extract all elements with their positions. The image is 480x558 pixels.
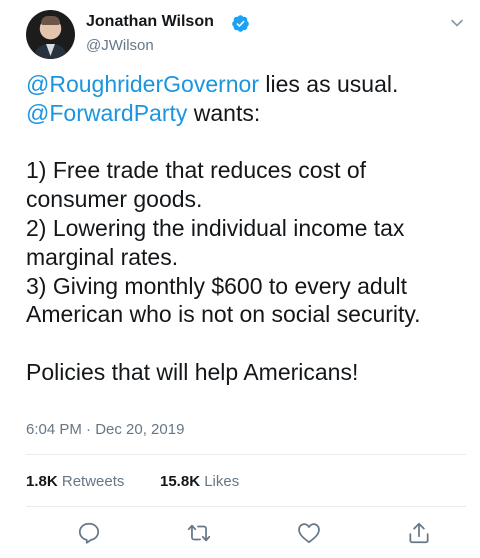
tweet-line: Policies that will help Americans! [26,358,359,385]
divider [26,454,466,455]
retweets-count: 1.8K [26,473,58,490]
author-display-name[interactable]: Jonathan Wilson [86,13,214,31]
likes-stat[interactable]: 15.8K Likes [160,473,239,490]
retweets-stat[interactable]: 1.8K Retweets [26,473,124,490]
retweet-icon[interactable] [186,520,212,546]
mention-link[interactable]: @RoughriderGovernor [26,71,259,97]
retweets-label: Retweets [61,473,125,490]
tweet-line: @RoughriderGovernor lies as usual. [26,70,471,99]
tweet-header: Jonathan Wilson @JWilson [26,10,466,60]
tweet-card: Jonathan Wilson @JWilson @RoughriderGove… [0,0,480,558]
action-bar [0,520,480,550]
likes-label: Likes [204,473,240,490]
tweet-line: marginal rates. [26,243,179,270]
verified-badge-icon [231,14,250,33]
tweet-text-fragment: wants: [187,99,261,126]
author-handle[interactable]: @JWilson [86,37,154,54]
reply-icon[interactable] [76,520,102,546]
likes-count: 15.8K [160,473,201,490]
tweet-text: @RoughriderGovernor lies as usual. @Forw… [26,70,471,387]
avatar-hair [41,16,60,25]
mention-link[interactable]: @ForwardParty [26,100,187,126]
tweet-line: @ForwardParty wants: [26,99,471,128]
tweet-line: 1) Free trade that reduces cost of [26,157,367,184]
like-icon[interactable] [296,520,322,546]
tweet-line: 3) Giving monthly $600 to every adult [26,272,407,299]
chevron-down-icon[interactable] [448,14,466,32]
tweet-timestamp[interactable]: 6:04 PM · Dec 20, 2019 [26,421,184,438]
tweet-stats: 1.8K Retweets 15.8K Likes [26,473,239,490]
tweet-line: 2) Lowering the individual income tax [26,214,405,241]
avatar[interactable] [26,10,75,59]
tweet-line: American who is not on social security. [26,301,421,328]
tweet-text-fragment: lies as usual. [259,71,399,97]
divider [26,506,466,507]
tweet-line: consumer goods. [26,186,203,213]
share-icon[interactable] [406,520,432,546]
